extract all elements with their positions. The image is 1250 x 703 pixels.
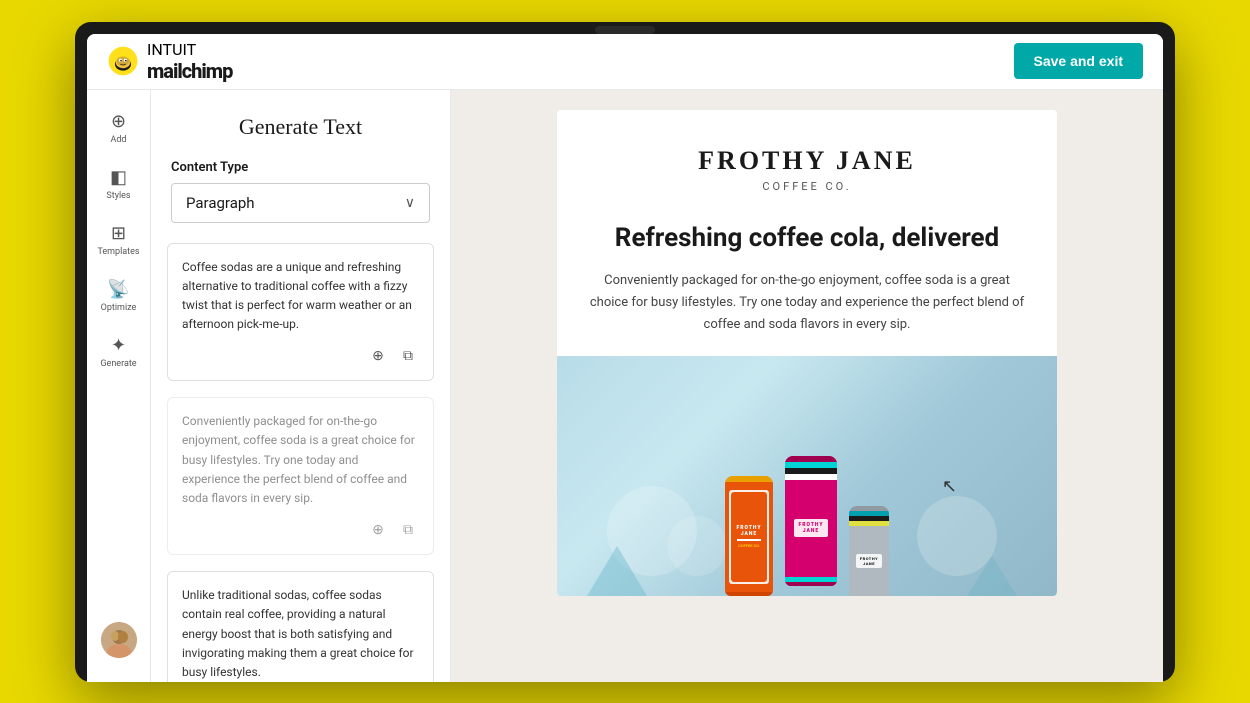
text-card-3-content: Unlike traditional sodas, coffee sodas c…: [182, 586, 419, 681]
intuit-label: INTUIT: [147, 40, 196, 59]
can-stripe-orange: [737, 539, 761, 541]
sidebar-item-styles[interactable]: ◧ Styles: [93, 158, 145, 210]
email-body-text: Conveniently packaged for on-the-go enjo…: [557, 270, 1057, 356]
can-body-gray: FROTHYJANE: [849, 526, 889, 596]
text-card-1: Coffee sodas are a unique and refreshing…: [167, 243, 434, 382]
can-label-gray: FROTHYJANE: [856, 554, 882, 568]
can-orange: FROTHYJANE COFFEE CO.: [725, 476, 773, 596]
email-brand-section: FROTHY JANE COFFEE CO.: [557, 110, 1057, 213]
generate-text-panel: Generate Text Content Type Paragraph ∨ C…: [151, 90, 451, 682]
dropdown-selected-value: Paragraph: [186, 194, 255, 212]
sidebar-item-generate[interactable]: ✦ Generate: [93, 326, 145, 378]
shelf-circle-2: [667, 516, 727, 576]
brand-sub: COFFEE CO.: [577, 180, 1037, 193]
mailchimp-label: mailchimp: [147, 59, 232, 83]
sidebar-item-add[interactable]: ⊕ Add: [93, 102, 145, 154]
save-exit-button[interactable]: Save and exit: [1014, 43, 1144, 79]
email-preview: FROTHY JANE COFFEE CO. Refreshing coffee…: [557, 110, 1057, 596]
sidebar-item-generate-label: Generate: [100, 359, 136, 369]
brand-name: FROTHY JANE: [577, 146, 1037, 176]
screen: INTUIT mailchimp Save and exit ⊕ Add ◧ S…: [87, 34, 1163, 682]
logo-area: INTUIT mailchimp: [107, 40, 232, 83]
text-card-2-content: Conveniently packaged for on-the-go enjo…: [182, 412, 419, 508]
mouse-cursor: ↖: [942, 476, 957, 497]
card-1-add-button[interactable]: ⊕: [367, 344, 389, 366]
can-top: [725, 476, 773, 482]
can-type-orange: COFFEE CO.: [738, 543, 760, 548]
triangle-deco-1: [587, 546, 647, 596]
email-headline: Refreshing coffee cola, delivered: [557, 213, 1057, 270]
sidebar: ⊕ Add ◧ Styles ⊞ Templates 📡 Optimize ✦: [87, 90, 151, 682]
can-gray: FROTHYJANE: [849, 506, 889, 596]
main-content: ⊕ Add ◧ Styles ⊞ Templates 📡 Optimize ✦: [87, 90, 1163, 682]
templates-icon: ⊞: [111, 223, 126, 244]
text-card-2: Conveniently packaged for on-the-go enjo…: [167, 397, 434, 555]
sidebar-item-optimize[interactable]: 📡 Optimize: [93, 270, 145, 322]
can-body-pink: FROTHYJANE: [785, 480, 837, 577]
avatar[interactable]: [101, 622, 137, 658]
mailchimp-logo-icon: [107, 45, 139, 77]
product-cans: FROTHYJANE COFFEE CO.: [725, 456, 889, 586]
can-label-pink: FROTHYJANE: [794, 519, 829, 537]
content-type-dropdown[interactable]: Paragraph ∨: [171, 183, 430, 223]
sidebar-item-templates-label: Templates: [97, 247, 139, 257]
card-1-copy-button[interactable]: ⧉: [397, 344, 419, 366]
text-card-3: Unlike traditional sodas, coffee sodas c…: [167, 571, 434, 681]
avatar-image: [101, 622, 137, 658]
sidebar-item-add-label: Add: [110, 135, 126, 145]
styles-icon: ◧: [110, 167, 127, 188]
chevron-down-icon: ∨: [405, 195, 415, 211]
content-type-dropdown-wrapper[interactable]: Paragraph ∨: [171, 183, 430, 223]
email-preview-area: FROTHY JANE COFFEE CO. Refreshing coffee…: [451, 90, 1163, 682]
generate-icon: ✦: [111, 335, 126, 356]
text-card-1-actions: ⊕ ⧉: [182, 344, 419, 366]
can-label-orange: FROTHYJANE COFFEE CO.: [729, 490, 769, 584]
can-bottom-pink: [785, 582, 837, 586]
triangle-deco-2: [967, 556, 1017, 596]
optimize-icon: 📡: [107, 279, 129, 300]
card-2-add-button[interactable]: ⊕: [367, 518, 389, 540]
laptop-frame: INTUIT mailchimp Save and exit ⊕ Add ◧ S…: [75, 22, 1175, 682]
email-product-image: FROTHYJANE COFFEE CO.: [557, 356, 1057, 596]
can-pink: FROTHYJANE: [785, 456, 837, 586]
panel-title: Generate Text: [151, 90, 450, 160]
sidebar-item-optimize-label: Optimize: [101, 303, 137, 313]
can-brand-orange: FROTHYJANE: [737, 525, 762, 537]
can-brand-gray: FROTHYJANE: [860, 556, 878, 566]
sidebar-item-templates[interactable]: ⊞ Templates: [93, 214, 145, 266]
text-card-1-content: Coffee sodas are a unique and refreshing…: [182, 258, 419, 335]
add-icon: ⊕: [111, 111, 126, 132]
text-card-2-actions: ⊕ ⧉: [182, 518, 419, 540]
card-2-copy-button[interactable]: ⧉: [397, 518, 419, 540]
camera-notch: [595, 26, 655, 34]
header: INTUIT mailchimp Save and exit: [87, 34, 1163, 90]
sidebar-item-styles-label: Styles: [106, 191, 130, 201]
mailchimp-logo-text: INTUIT mailchimp: [147, 40, 232, 83]
can-brand-pink: FROTHYJANE: [799, 522, 824, 534]
can-bottom-orange: [725, 592, 773, 596]
content-type-label: Content Type: [151, 160, 450, 183]
